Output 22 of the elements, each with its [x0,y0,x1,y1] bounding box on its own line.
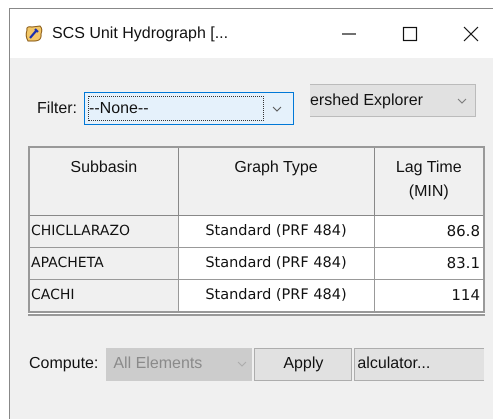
column-header[interactable]: Graph Type [178,147,374,215]
table-cell: CACHI [29,279,178,313]
column-header[interactable]: Subbasin [29,147,178,215]
table-cell: CHICLLARAZO [29,215,178,247]
maximize-icon[interactable] [402,26,418,42]
wrench-icon [24,24,44,44]
apply-button[interactable]: Apply [254,348,352,380]
filter-dropdown[interactable]: --None-- [84,92,294,125]
chevron-icon [237,361,248,367]
table-cell: APACHETA [29,247,178,279]
chevron-icon [272,106,282,112]
calculator-button[interactable]: alculator... [354,348,484,380]
compute-label: Compute: [29,355,98,373]
table-cell: Standard (PRF 484) [178,215,374,247]
close-icon[interactable] [463,26,479,42]
window-title: SCS Unit Hydrograph [... [52,24,228,42]
column-header[interactable]: Lag Time (MIN) [374,147,484,215]
table-cell: Standard (PRF 484) [178,279,374,313]
chevron-icon [457,98,467,104]
table-cell: Standard (PRF 484) [178,247,374,279]
filter-label: Filter: [37,100,77,118]
explorer-dropdown[interactable]: ershed Explorer [310,84,476,117]
